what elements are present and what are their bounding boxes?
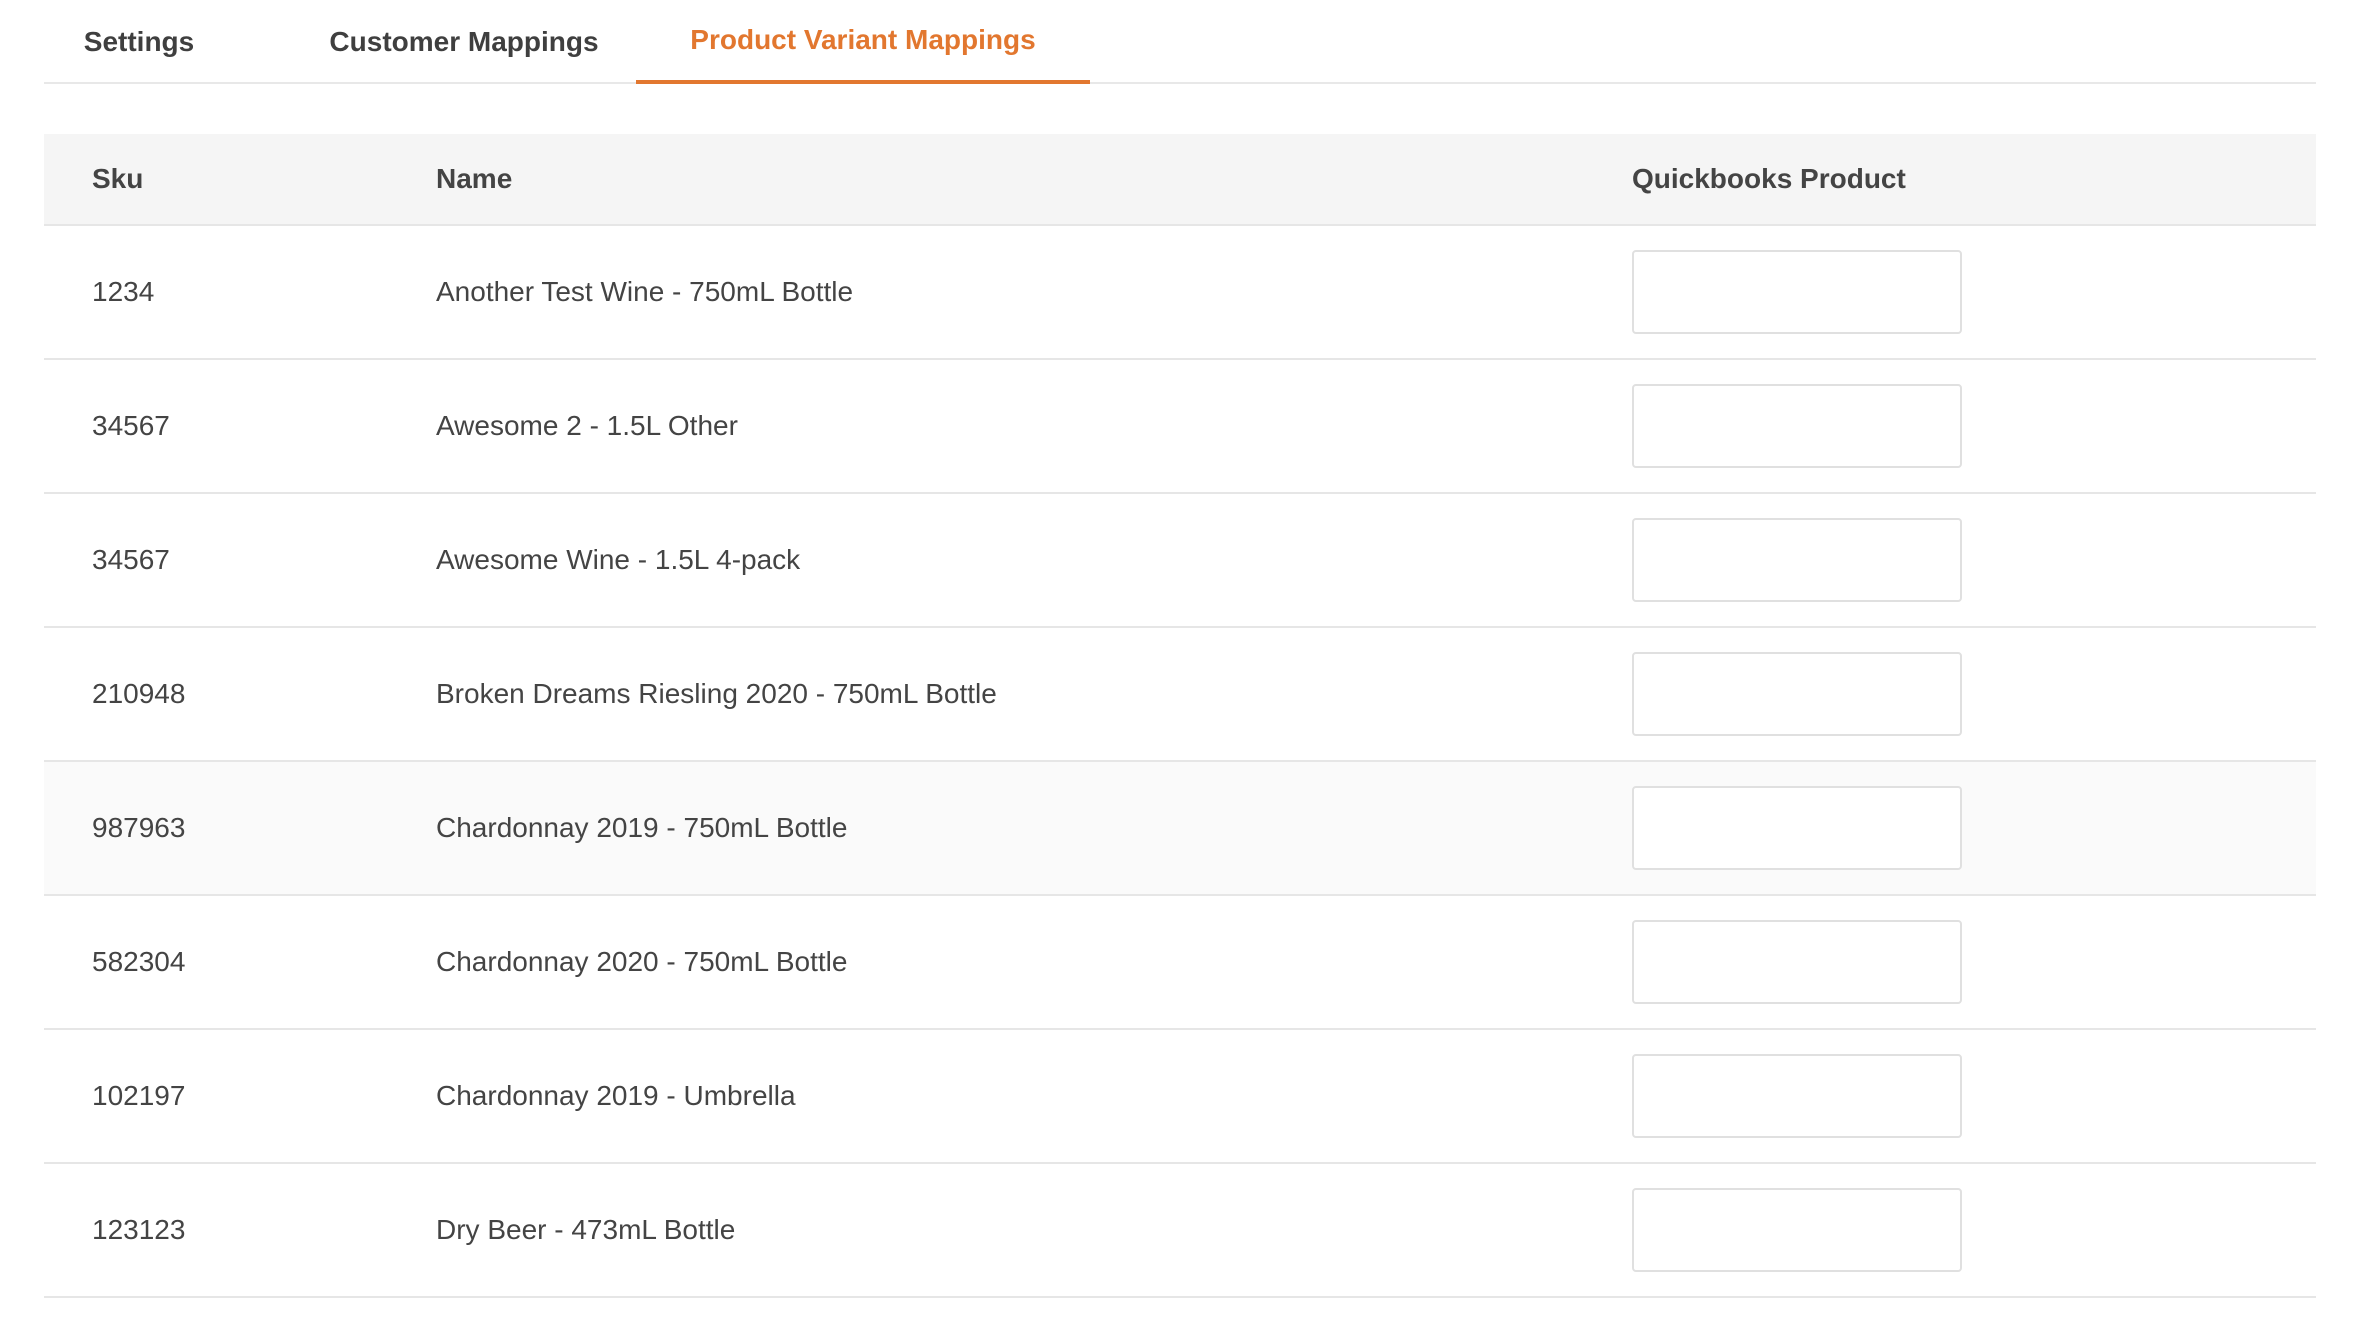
name-cell: Awesome Wine - 1.5L 4-pack	[436, 544, 801, 575]
table-header: Sku Name Quickbooks Product	[44, 134, 2316, 226]
sku-cell: 987963	[92, 812, 186, 843]
name-cell: Awesome 2 - 1.5L Other	[436, 410, 738, 441]
table-row: 34567 Awesome Wine - 1.5L 4-pack	[44, 494, 2316, 628]
table-row: 987963 Chardonnay 2019 - 750mL Bottle	[44, 762, 2316, 896]
tab-bar: Settings Customer Mappings Product Varia…	[44, 0, 2316, 84]
quickbooks-product-input[interactable]	[1632, 384, 1962, 468]
quickbooks-product-input[interactable]	[1632, 1188, 1962, 1272]
name-cell: Another Test Wine - 750mL Bottle	[436, 276, 854, 307]
table-row: 123123 Dry Beer - 473mL Bottle	[44, 1164, 2316, 1298]
column-header-quickbooks-product: Quickbooks Product	[1632, 163, 1906, 194]
name-cell: Chardonnay 2019 - Umbrella	[436, 1080, 796, 1111]
name-cell: Broken Dreams Riesling 2020 - 750mL Bott…	[436, 678, 997, 709]
quickbooks-product-input[interactable]	[1632, 250, 1962, 334]
column-header-sku: Sku	[92, 163, 144, 194]
quickbooks-product-input[interactable]	[1632, 518, 1962, 602]
table-row: 34567 Awesome 2 - 1.5L Other	[44, 360, 2316, 494]
table-row: 102197 Chardonnay 2019 - Umbrella	[44, 1030, 2316, 1164]
tab-customer-mappings[interactable]: Customer Mappings	[274, 0, 654, 84]
sku-cell: 102197	[92, 1080, 186, 1111]
sku-cell: 123123	[92, 1214, 186, 1245]
name-cell: Chardonnay 2020 - 750mL Bottle	[436, 946, 848, 977]
sku-cell: 34567	[92, 410, 170, 441]
page: Settings Customer Mappings Product Varia…	[0, 0, 2364, 1318]
sku-cell: 210948	[92, 678, 186, 709]
sku-cell: 34567	[92, 544, 170, 575]
quickbooks-product-input[interactable]	[1632, 786, 1962, 870]
table-row: 1234 Another Test Wine - 750mL Bottle	[44, 226, 2316, 360]
quickbooks-product-input[interactable]	[1632, 652, 1962, 736]
name-cell: Chardonnay 2019 - 750mL Bottle	[436, 812, 848, 843]
mappings-table: Sku Name Quickbooks Product 1234 Another…	[44, 134, 2316, 1298]
column-header-name: Name	[436, 163, 513, 194]
table-row: 210948 Broken Dreams Riesling 2020 - 750…	[44, 628, 2316, 762]
name-cell: Dry Beer - 473mL Bottle	[436, 1214, 736, 1245]
tab-product-variant-mappings[interactable]: Product Variant Mappings	[636, 0, 1090, 84]
sku-cell: 582304	[92, 946, 186, 977]
quickbooks-product-input[interactable]	[1632, 920, 1962, 1004]
table-row: 582304 Chardonnay 2020 - 750mL Bottle	[44, 896, 2316, 1030]
quickbooks-product-input[interactable]	[1632, 1054, 1962, 1138]
tab-settings[interactable]: Settings	[44, 0, 234, 84]
sku-cell: 1234	[92, 276, 155, 307]
